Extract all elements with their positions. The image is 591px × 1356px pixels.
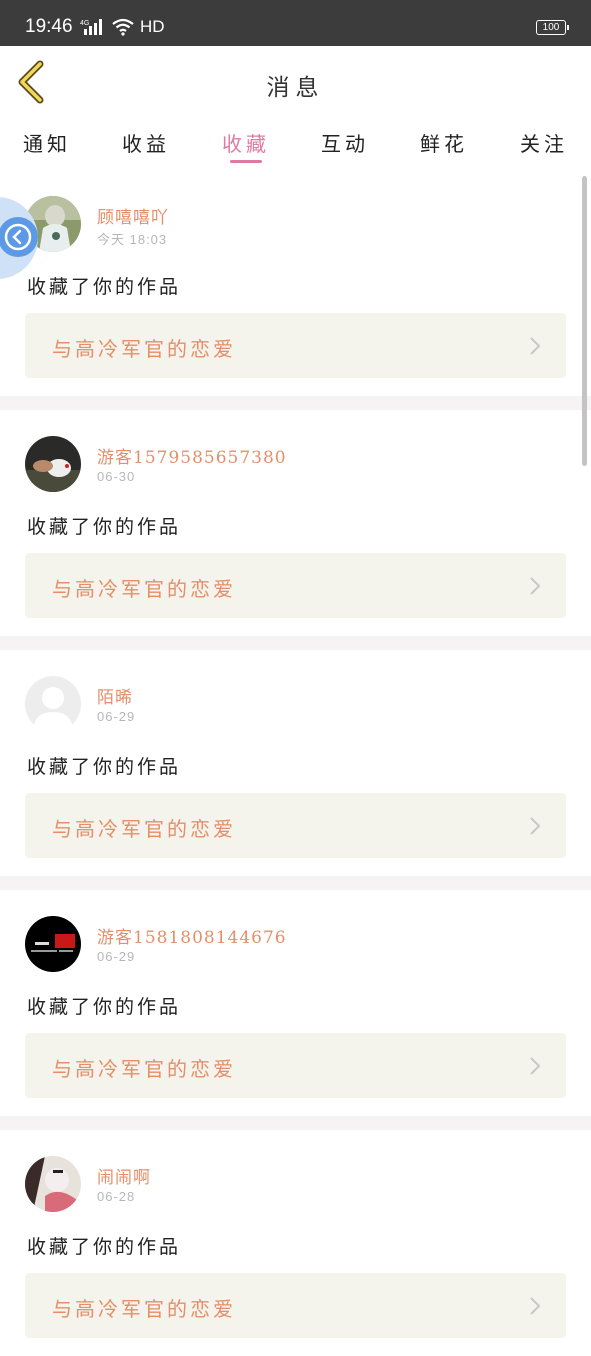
network-type: 4G — [80, 20, 89, 27]
avatar[interactable] — [25, 436, 81, 492]
wifi-icon — [112, 18, 134, 36]
action-text: 收藏了你的作品 — [27, 516, 182, 538]
timestamp: 06-28 — [97, 1189, 136, 1204]
tab-earnings[interactable]: 收益 — [106, 128, 186, 157]
username[interactable]: 陌晞 — [97, 683, 133, 708]
hd-indicator: HD — [140, 17, 165, 36]
work-title: 与高冷军官的恋爱 — [52, 337, 236, 361]
tab-bar: 通知 收益 收藏 互动 鲜花 关注 — [0, 118, 591, 170]
work-link[interactable]: 与高冷军官的恋爱 — [25, 313, 566, 378]
username[interactable]: 闹闹啊 — [97, 1163, 151, 1188]
tab-flowers[interactable]: 鲜花 — [404, 128, 484, 157]
scrollbar[interactable] — [582, 176, 587, 466]
work-title: 与高冷军官的恋爱 — [52, 1297, 236, 1321]
avatar[interactable] — [25, 1156, 81, 1212]
status-time: 19:46 — [25, 16, 73, 37]
divider — [0, 396, 591, 410]
tab-following[interactable]: 关注 — [504, 128, 584, 157]
action-text: 收藏了你的作品 — [27, 996, 182, 1018]
chevron-right-icon — [530, 337, 541, 355]
action-text: 收藏了你的作品 — [27, 276, 182, 298]
avatar[interactable] — [25, 916, 81, 972]
battery-icon: 100 — [536, 20, 569, 35]
tab-notifications[interactable]: 通知 — [7, 128, 87, 157]
divider — [0, 1116, 591, 1130]
work-link[interactable]: 与高冷军官的恋爱 — [25, 1033, 566, 1098]
avatar[interactable] — [25, 676, 81, 732]
list-item: 闹闹啊 06-28 收藏了你的作品 与高冷军官的恋爱 — [0, 1130, 591, 1356]
timestamp: 今天 18:03 — [97, 232, 168, 247]
timestamp: 06-29 — [97, 709, 136, 724]
list-item: 顾嘻嘻吖 今天 18:03 收藏了你的作品 与高冷军官的恋爱 — [0, 170, 591, 396]
status-icons: 4G HD — [80, 17, 165, 37]
work-link[interactable]: 与高冷军官的恋爱 — [25, 1273, 566, 1338]
tab-interactions[interactable]: 互动 — [305, 128, 385, 157]
work-title: 与高冷军官的恋爱 — [52, 577, 236, 601]
list-item: 陌晞 06-29 收藏了你的作品 与高冷军官的恋爱 — [0, 650, 591, 876]
work-title: 与高冷军官的恋爱 — [52, 817, 236, 841]
list-item: 游客1579585657380 06-30 收藏了你的作品 与高冷军官的恋爱 — [0, 410, 591, 636]
username[interactable]: 游客1579585657380 — [97, 443, 287, 468]
username[interactable]: 游客1581808144676 — [97, 923, 287, 948]
username[interactable]: 顾嘻嘻吖 — [97, 203, 169, 228]
chevron-right-icon — [530, 577, 541, 595]
chevron-right-icon — [530, 1057, 541, 1075]
work-title: 与高冷军官的恋爱 — [52, 1057, 236, 1081]
timestamp: 06-29 — [97, 949, 136, 964]
chevron-right-icon — [530, 817, 541, 835]
page-title: 消息 — [266, 75, 325, 101]
active-tab-indicator — [230, 160, 262, 163]
timestamp: 06-30 — [97, 469, 136, 484]
default-avatar-icon — [25, 676, 81, 732]
divider — [0, 876, 591, 890]
collapse-icon — [4, 223, 32, 251]
action-text: 收藏了你的作品 — [27, 1236, 182, 1258]
work-link[interactable]: 与高冷军官的恋爱 — [25, 793, 566, 858]
floating-button-core — [0, 217, 38, 257]
work-link[interactable]: 与高冷军官的恋爱 — [25, 553, 566, 618]
divider — [0, 636, 591, 650]
favorites-list: 顾嘻嘻吖 今天 18:03 收藏了你的作品 与高冷军官的恋爱 游客1579585… — [0, 170, 591, 1356]
action-text: 收藏了你的作品 — [27, 756, 182, 778]
list-item: 游客1581808144676 06-29 收藏了你的作品 与高冷军官的恋爱 — [0, 890, 591, 1116]
signal-icon: 4G — [80, 19, 102, 35]
status-bar: 19:46 4G HD 100 — [0, 0, 591, 46]
header: 消息 — [0, 46, 591, 119]
chevron-right-icon — [530, 1297, 541, 1315]
tab-favorites[interactable]: 收藏 — [206, 128, 286, 157]
